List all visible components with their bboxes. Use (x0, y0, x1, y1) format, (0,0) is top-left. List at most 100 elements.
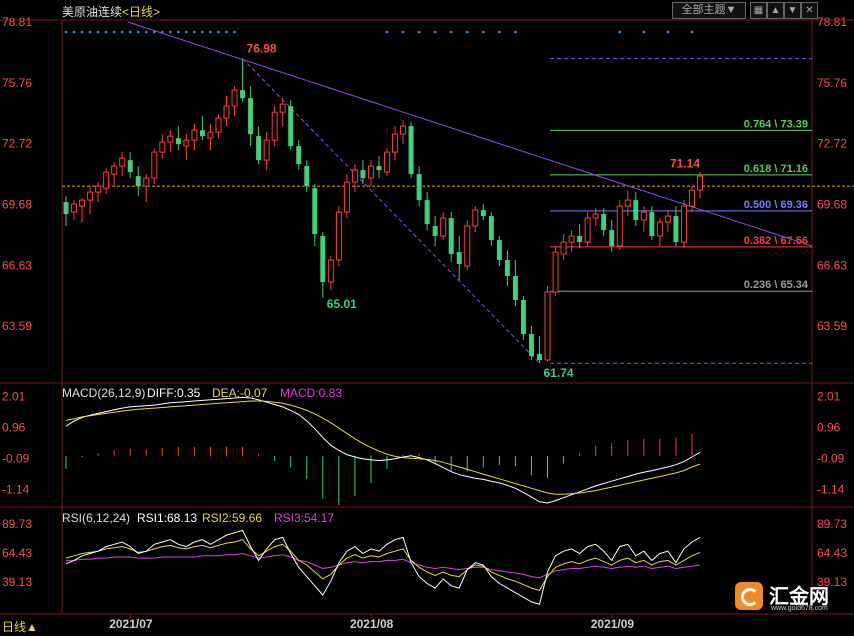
macd-dea-line (65, 400, 701, 495)
candle-body (159, 141, 166, 153)
chart-title: 美原油连续<日线> (62, 3, 160, 20)
arrow-down-icon[interactable]: ▼ (784, 2, 801, 19)
candle-body (400, 125, 407, 135)
candle-body (119, 157, 126, 167)
candle-body (223, 105, 230, 119)
candle-body (151, 151, 158, 179)
candle-body (520, 300, 526, 335)
signal-dot (136, 30, 140, 34)
signal-dot (96, 30, 100, 34)
low-price-label: 65.01 (327, 297, 357, 311)
candle-body (656, 221, 663, 237)
brand-logo: 汇金网 www.gold678.com (735, 578, 854, 618)
price-tick-right: 72.72 (817, 137, 847, 151)
candle-body (432, 226, 438, 237)
candle-body (537, 354, 542, 361)
candle-body (63, 202, 69, 215)
candle-body (135, 176, 141, 187)
candle-body (327, 259, 334, 283)
macd-tick-left: 2.01 (2, 390, 26, 404)
instrument-name: 美原油连续 (62, 5, 123, 19)
signal-dot (80, 30, 84, 34)
rsi-legend-item: RSI1:68.13 (137, 511, 197, 525)
rsi-tick-left: 64.43 (2, 546, 32, 560)
signal-dot (642, 30, 646, 34)
candle-body (560, 241, 567, 255)
signal-dot (449, 30, 453, 34)
candle-body (312, 188, 318, 235)
macd-tick-left: -0.09 (2, 451, 30, 465)
arrow-up-icon[interactable]: ▲ (767, 2, 784, 19)
grid-icon[interactable]: ▦ (750, 2, 767, 19)
price-panel (62, 21, 854, 364)
macd-legend-item: MACD(26,12,9) (62, 386, 145, 400)
candle-body (248, 98, 254, 135)
fib-level-label: 0.618 \ 71.16 (744, 163, 808, 175)
candle-body (360, 170, 366, 179)
logo-url: www.gold678.com (771, 605, 828, 612)
candle-body (256, 136, 262, 161)
candle-body (79, 199, 86, 207)
period-tab[interactable]: 日线▲ (2, 618, 38, 635)
candle-body (544, 291, 551, 361)
candle-body (664, 215, 671, 223)
candle-body (568, 235, 575, 243)
candle-body (609, 230, 615, 247)
rsi-legend-item: RSI3:54.17 (274, 511, 334, 525)
macd-tick-left: 0.96 (2, 421, 26, 435)
candle-body (207, 131, 214, 139)
candle-body (95, 185, 102, 193)
chart-canvas[interactable]: 78.81 78.81 75.76 75.76 72.72 72.72 69.68 69.68… (0, 0, 854, 636)
candle-body (215, 117, 222, 133)
signal-dot (618, 30, 622, 34)
candle-body (320, 236, 326, 283)
price-tick-left: 69.68 (2, 197, 32, 211)
rsi-tick-right: 64.43 (817, 546, 847, 560)
candle-body (167, 135, 174, 143)
candle-body (697, 175, 703, 191)
signal-dot (144, 30, 148, 34)
candle-body (288, 106, 294, 147)
trend-line-down (127, 21, 813, 247)
price-tick-left: 63.59 (2, 319, 32, 333)
macd-tick-right: -0.09 (817, 451, 845, 465)
candle-body (111, 165, 118, 175)
candle-body (649, 212, 655, 237)
signal-dot (177, 30, 180, 34)
signal-dot (498, 30, 501, 34)
candle-body (392, 133, 399, 153)
candle-body (440, 217, 447, 237)
price-tick-left: 72.72 (2, 137, 32, 151)
candle-body (191, 129, 198, 141)
macd-tick-right: 2.01 (817, 390, 841, 404)
rsi3-line (66, 552, 701, 579)
candle-body (296, 146, 302, 165)
rsi-legend-item: RSI2:59.66 (202, 511, 262, 525)
candle-body (528, 334, 534, 357)
signal-dot (128, 30, 132, 34)
date-tick-label: 2021/07 (109, 617, 153, 631)
rsi-tick-right: 89.73 (817, 517, 847, 531)
candle-body (512, 276, 518, 301)
fib-level-label: 0.236 \ 65.34 (744, 279, 809, 291)
candle-body (601, 214, 607, 231)
chart-labels: 78.81 78.81 75.76 75.76 72.72 72.72 69.68 69.68… (2, 15, 847, 631)
macd-tick-left: -1.14 (2, 482, 30, 496)
theme-select-button[interactable]: 全部主题▼ (672, 2, 746, 19)
candle-body (263, 139, 270, 161)
macd-panel (65, 396, 701, 506)
signal-dot (217, 30, 220, 34)
signal-dot (465, 30, 469, 34)
timeframe-label[interactable]: <日线> (122, 5, 160, 19)
candle-body (183, 139, 190, 147)
signal-dot (514, 30, 517, 34)
chart-window: { "header": { "instrument": "美原油连续", "ti… (0, 0, 854, 636)
close-icon[interactable]: ✕ (801, 2, 818, 19)
candle-body (103, 171, 110, 189)
candle-body (448, 218, 454, 255)
price-tick-right: 75.76 (817, 76, 847, 90)
date-tick-label: 2021/09 (591, 617, 635, 631)
signal-dot (104, 30, 108, 34)
candle-body (416, 174, 422, 201)
price-tick-right: 66.63 (817, 258, 847, 272)
